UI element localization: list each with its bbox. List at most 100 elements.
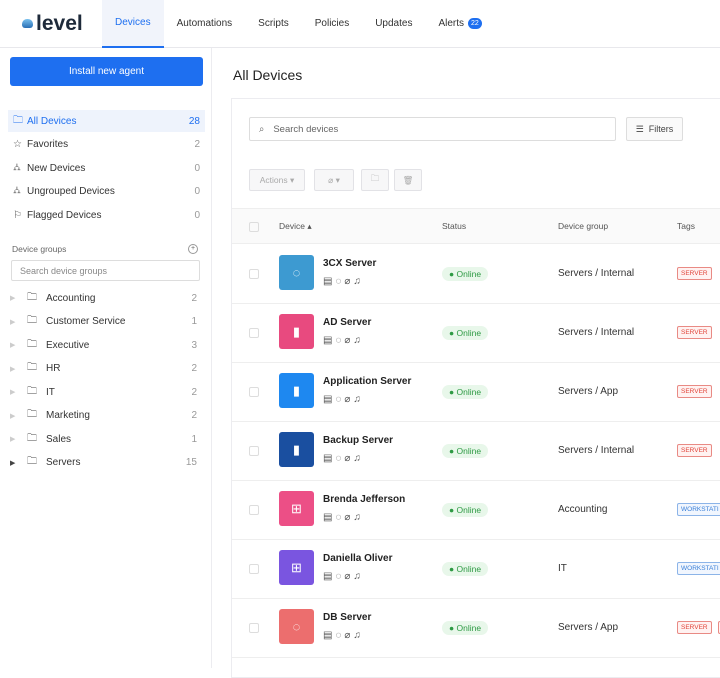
group-item[interactable]: ▶🗀Accounting2: [10, 288, 197, 308]
tab-updates[interactable]: Updates: [362, 0, 425, 48]
tag-badge[interactable]: SERVER: [677, 385, 712, 398]
folder-icon: 🗀: [27, 360, 46, 377]
group-item[interactable]: ▶🗀Sales1: [10, 429, 197, 449]
device-group: Servers / Internal: [558, 327, 634, 338]
caret-right-icon[interactable]: ▶: [10, 294, 27, 302]
row-checkbox[interactable]: [249, 623, 259, 633]
table-row[interactable]: ⊞Daniella Oliver▤◌⌀♫● OnlineITWORKSTATI: [232, 540, 720, 599]
status-badge: ● Online: [442, 503, 488, 517]
row-checkbox[interactable]: [249, 564, 259, 574]
device-group: Servers / Internal: [558, 268, 634, 279]
caret-right-icon[interactable]: ▶: [10, 388, 27, 396]
folder-icon: 🗀: [27, 407, 46, 424]
tag-dropdown[interactable]: ⌀ ▾: [314, 169, 354, 191]
device-name[interactable]: Application Server: [323, 376, 411, 387]
add-group-icon[interactable]: +: [188, 244, 198, 254]
sidebar-item-flagged-devices[interactable]: ⚐Flagged Devices0: [8, 204, 205, 226]
caret-right-icon[interactable]: ▶: [10, 365, 27, 373]
table-row[interactable]: ▮Backup Server▤◌⌀♫● OnlineServers / Inte…: [232, 422, 720, 481]
caret-right-icon[interactable]: ▶: [10, 412, 27, 420]
table-row[interactable]: ◌3CX Server▤◌⌀♫● OnlineServers / Interna…: [232, 245, 720, 304]
hierarchy-icon: ⛼: [13, 162, 27, 175]
main-content: All Devices ⌕Search devices ☰Filters Act…: [213, 48, 720, 668]
tag-badge[interactable]: WORKSTATI: [677, 562, 720, 575]
actions-dropdown[interactable]: Actions ▾: [249, 169, 305, 191]
folder-icon: 🗀: [371, 173, 380, 187]
table-header: Device ▴ Status Device group Tags: [232, 208, 720, 244]
table-row[interactable]: ▮AD Server▤◌⌀♫● OnlineServers / Internal…: [232, 304, 720, 363]
caret-right-icon[interactable]: ▶: [10, 435, 27, 443]
tag-badge[interactable]: SERVER: [677, 444, 712, 457]
device-group: IT: [558, 563, 567, 574]
folder-icon: 🗀: [27, 384, 46, 401]
table-row[interactable]: ◌DB Server▤◌⌀♫● OnlineServers / AppSERVE…: [232, 599, 720, 658]
move-to-group-button[interactable]: 🗀: [361, 169, 389, 191]
select-all-checkbox[interactable]: [249, 222, 259, 232]
logo-icon: [22, 19, 33, 28]
group-item[interactable]: ▶🗀IT2: [10, 382, 197, 402]
caret-right-icon[interactable]: ▶: [10, 459, 27, 467]
tab-policies[interactable]: Policies: [302, 0, 362, 48]
group-item[interactable]: ▶🗀Executive3: [10, 335, 197, 355]
sidebar: Install new agent 🗀All Devices28☆Favorit…: [0, 48, 212, 668]
tab-automations[interactable]: Automations: [164, 0, 246, 48]
device-name[interactable]: DB Server: [323, 612, 371, 623]
tag-badge[interactable]: SERVER: [677, 267, 712, 280]
device-search-input[interactable]: ⌕Search devices: [249, 117, 616, 141]
windows-server-icon: ▮: [279, 314, 314, 349]
install-agent-button[interactable]: Install new agent: [10, 57, 203, 86]
device-name[interactable]: Daniella Oliver: [323, 553, 392, 564]
device-name[interactable]: AD Server: [323, 317, 371, 328]
star-icon: ☆: [13, 139, 27, 150]
group-item[interactable]: ▶🗀Customer Service1: [10, 312, 197, 332]
group-item[interactable]: ▶🗀Servers15: [10, 453, 197, 473]
tag-badge[interactable]: WORKSTATI: [677, 503, 720, 516]
windows-server-icon: ▮: [279, 373, 314, 408]
device-name[interactable]: Backup Server: [323, 435, 393, 446]
column-device[interactable]: Device ▴: [279, 221, 312, 232]
group-search-input[interactable]: Search device groups: [11, 260, 200, 281]
row-checkbox[interactable]: [249, 387, 259, 397]
device-feature-icons: ▤◌⌀♫: [323, 276, 364, 287]
row-checkbox[interactable]: [249, 269, 259, 279]
windows-icon: ⊞: [279, 491, 314, 526]
folder-icon: 🗀: [27, 431, 46, 448]
status-badge: ● Online: [442, 621, 488, 635]
row-checkbox[interactable]: [249, 505, 259, 515]
search-icon: ⌕: [259, 124, 264, 135]
sidebar-item-all-devices[interactable]: 🗀All Devices28: [8, 110, 205, 132]
group-item[interactable]: ▶🗀Marketing2: [10, 406, 197, 426]
logo[interactable]: level: [22, 12, 102, 36]
tab-scripts[interactable]: Scripts: [245, 0, 302, 48]
caret-right-icon[interactable]: ▶: [10, 341, 27, 349]
filters-button[interactable]: ☰Filters: [626, 117, 683, 141]
table-row[interactable]: ⊞Brenda Jefferson▤◌⌀♫● OnlineAccountingW…: [232, 481, 720, 540]
device-feature-icons: ▤◌⌀♫: [323, 394, 364, 405]
tab-alerts[interactable]: Alerts22: [425, 0, 494, 48]
page-title: All Devices: [233, 67, 302, 83]
top-nav: level DevicesAutomationsScriptsPoliciesU…: [0, 0, 720, 48]
sidebar-item-favorites[interactable]: ☆Favorites2: [8, 134, 205, 156]
device-feature-icons: ▤◌⌀♫: [323, 630, 364, 641]
group-item[interactable]: ▶🗀HR2: [10, 359, 197, 379]
device-name[interactable]: Brenda Jefferson: [323, 494, 405, 505]
row-checkbox[interactable]: [249, 446, 259, 456]
column-group[interactable]: Device group: [558, 221, 608, 231]
column-status[interactable]: Status: [442, 221, 466, 231]
folder-icon: 🗀: [13, 113, 27, 130]
caret-right-icon[interactable]: ▶: [10, 318, 27, 326]
sidebar-item-ungrouped-devices[interactable]: ⛼Ungrouped Devices0: [8, 181, 205, 203]
column-tags[interactable]: Tags: [677, 221, 695, 231]
tag-badge[interactable]: SERVER: [677, 326, 712, 339]
device-name[interactable]: 3CX Server: [323, 258, 376, 269]
table-row[interactable]: ▮Application Server▤◌⌀♫● OnlineServers /…: [232, 363, 720, 422]
tag-badge[interactable]: SERVER: [677, 621, 712, 634]
delete-button[interactable]: 🗑: [394, 169, 422, 191]
status-badge: ● Online: [442, 326, 488, 340]
device-group: Servers / Internal: [558, 445, 634, 456]
sidebar-item-new-devices[interactable]: ⛼New Devices0: [8, 157, 205, 179]
tag-icon: ⌀ ▾: [328, 175, 340, 186]
status-badge: ● Online: [442, 562, 488, 576]
tab-devices[interactable]: Devices: [102, 0, 164, 48]
row-checkbox[interactable]: [249, 328, 259, 338]
